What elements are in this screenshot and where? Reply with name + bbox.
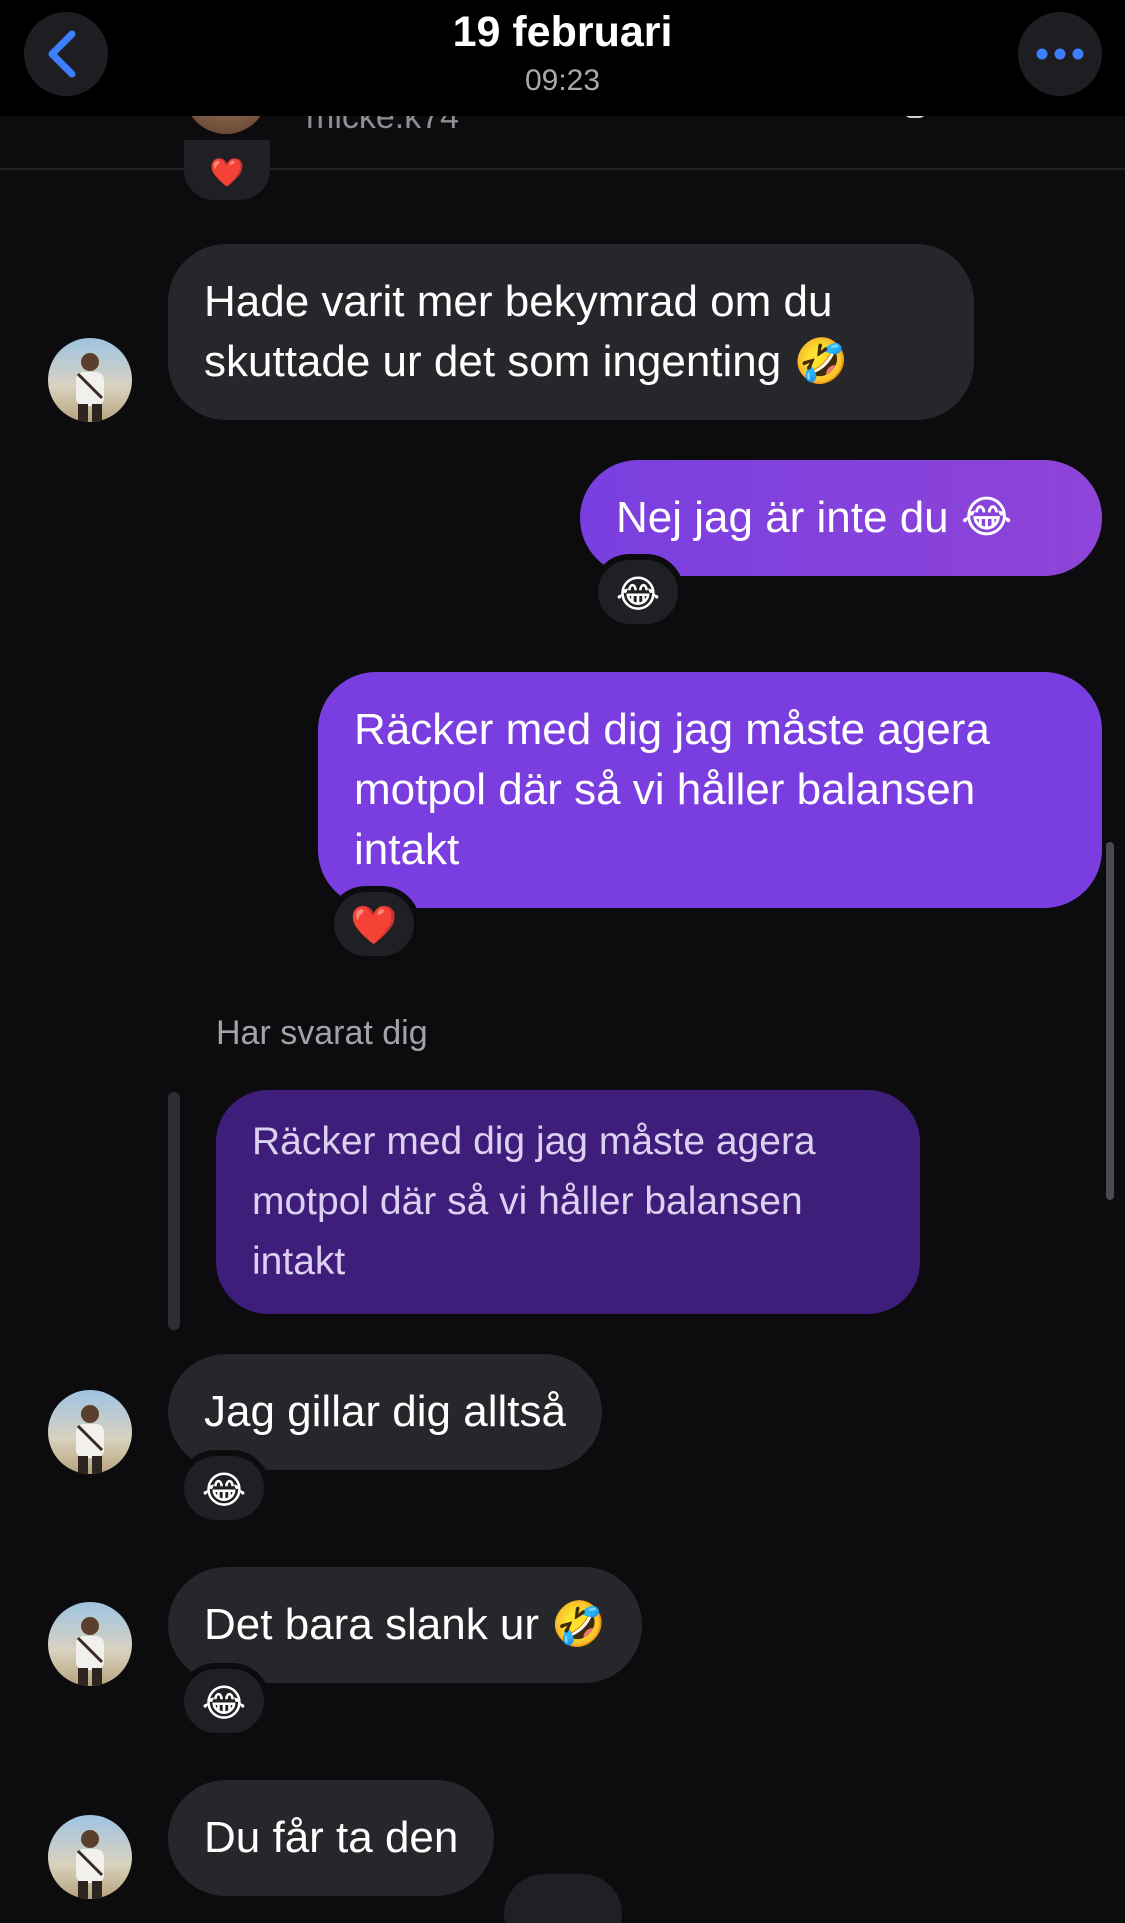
- reaction-badge[interactable]: 😂: [178, 1450, 270, 1526]
- contact-avatar[interactable]: [48, 1390, 132, 1474]
- person-photo-icon: [76, 353, 104, 422]
- conversation-time: 09:23: [524, 64, 601, 97]
- reaction-badge[interactable]: ❤️: [184, 140, 270, 200]
- reaction-badge[interactable]: ❤️: [328, 886, 420, 962]
- more-options-button[interactable]: [1018, 12, 1102, 96]
- chat-header: 19 februari 09:23: [0, 0, 1125, 116]
- person-photo-icon: [76, 1617, 104, 1686]
- scrollbar[interactable]: [1106, 842, 1114, 1200]
- reply-indicator-bar: [168, 1092, 180, 1330]
- contact-avatar[interactable]: [48, 338, 132, 422]
- partial-reaction-badge[interactable]: [504, 1874, 622, 1923]
- contact-avatar[interactable]: [48, 1815, 132, 1899]
- conversation-date: 19 februari: [452, 8, 673, 56]
- reply-label: Har svarat dig: [216, 1014, 428, 1052]
- contact-avatar[interactable]: [48, 1602, 132, 1686]
- message-bubble-incoming[interactable]: Hade varit mer bekymrad om du skuttade u…: [168, 244, 974, 420]
- divider: [0, 168, 1125, 170]
- more-horizontal-icon: [1036, 48, 1084, 60]
- message-bubble-outgoing[interactable]: Räcker med dig jag måste agera motpol dä…: [318, 672, 1102, 908]
- message-bubble-incoming[interactable]: Du får ta den: [168, 1780, 495, 1896]
- person-photo-icon: [76, 1830, 104, 1899]
- quoted-message[interactable]: Räcker med dig jag måste agera motpol dä…: [216, 1090, 920, 1314]
- reaction-badge[interactable]: 😂: [178, 1663, 270, 1739]
- reaction-badge[interactable]: 😂: [592, 554, 684, 630]
- person-photo-icon: [76, 1405, 104, 1474]
